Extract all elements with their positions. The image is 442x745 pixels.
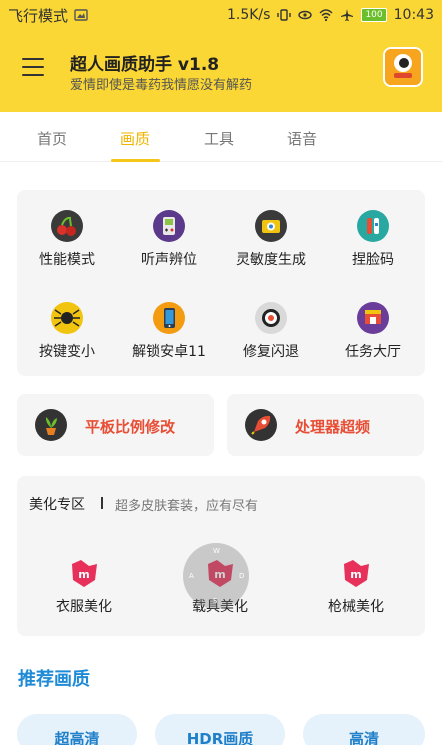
m-badge-icon: m	[339, 556, 373, 590]
menu-icon[interactable]	[22, 58, 44, 76]
recommend-title: 推荐画质	[18, 669, 90, 690]
tab-home[interactable]: 首页	[37, 128, 67, 149]
camera-icon	[255, 210, 287, 242]
skin-label: 枪械美化	[328, 599, 384, 615]
sushi-icon	[255, 302, 287, 334]
tab-quality[interactable]: 画质	[120, 128, 150, 149]
tool-fix-crash[interactable]: 修复闪退	[221, 302, 321, 361]
tab-voice[interactable]: 语音	[287, 128, 317, 149]
tool-label: 按键变小	[39, 344, 95, 360]
tool-task-hall[interactable]: 任务大厅	[323, 302, 423, 361]
tool-label: 听声辨位	[141, 252, 197, 268]
phone-icon	[153, 302, 185, 334]
airplane-mode-label: 飞行模式	[8, 6, 69, 25]
quality-option-ultra-hd[interactable]: 超高清	[17, 714, 137, 745]
tool-sensitivity-generator[interactable]: 灵敏度生成	[221, 210, 321, 269]
joystick-right-key: D	[239, 572, 245, 580]
status-bar: 飞行模式 1.5K/s 100 10:43	[0, 0, 442, 30]
tool-sound-position[interactable]: 听声辨位	[119, 210, 219, 269]
eye-icon	[298, 10, 313, 20]
rocket-icon	[245, 409, 277, 441]
app-logo[interactable]	[383, 47, 423, 87]
tool-label: 捏脸码	[352, 252, 394, 268]
network-speed: 1.5K/s	[226, 7, 271, 23]
tab-bar: 首页 画质 工具 语音	[0, 112, 442, 162]
tools-grid-card: 性能模式 听声辨位 灵敏度生成 捏脸码 按键变小 解锁安卓11 修复闪退 任务大…	[17, 190, 425, 376]
cpu-overclock-label: 处理器超频	[295, 418, 371, 436]
tool-unlock-android11[interactable]: 解锁安卓11	[119, 302, 219, 361]
active-tab-indicator	[111, 159, 160, 162]
skin-label: 衣服美化	[56, 599, 112, 615]
tool-face-code[interactable]: 捏脸码	[323, 210, 423, 269]
gun-skin-item[interactable]: m 枪械美化	[306, 556, 406, 616]
m-badge-icon: m	[67, 556, 101, 590]
tool-label: 解锁安卓11	[132, 344, 206, 360]
beauty-zone-title: 美化专区	[29, 497, 85, 513]
image-notification-icon	[74, 9, 88, 21]
airplane-icon	[341, 9, 354, 21]
quality-option-hd[interactable]: 高清	[303, 714, 425, 745]
spider-icon	[51, 302, 83, 334]
svg-text:m: m	[350, 568, 361, 581]
tablet-ratio-label: 平板比例修改	[85, 418, 176, 436]
joystick-up-key: W	[213, 547, 220, 555]
tab-tools[interactable]: 工具	[204, 128, 234, 149]
cherry-icon	[51, 210, 83, 242]
tablet-ratio-card[interactable]: 平板比例修改	[17, 394, 214, 456]
store-icon	[357, 302, 389, 334]
app-title: 超人画质助手 v1.8	[70, 55, 220, 75]
tool-label: 性能模式	[39, 252, 95, 268]
beauty-zone-subtitle: 超多皮肤套装，应有尽有	[115, 499, 259, 514]
plant-icon	[35, 409, 67, 441]
joystick-down-key: S	[213, 597, 218, 605]
battery-indicator: 100	[361, 8, 387, 22]
tool-key-shrink[interactable]: 按键变小	[17, 302, 117, 361]
svg-text:m: m	[78, 568, 89, 581]
tool-label: 修复闪退	[243, 344, 299, 360]
app-subtitle: 爱情即使是毒药我情愿没有解药	[70, 78, 253, 93]
gameboy-icon	[153, 210, 185, 242]
clothes-skin-item[interactable]: m 衣服美化	[34, 556, 134, 616]
title-divider	[101, 497, 103, 509]
tool-performance-mode[interactable]: 性能模式	[17, 210, 117, 269]
app-header: 超人画质助手 v1.8 爱情即使是毒药我情愿没有解药	[0, 30, 442, 112]
floating-joystick[interactable]: W A D S	[183, 543, 249, 609]
joystick-left-key: A	[189, 572, 194, 580]
wifi-icon	[319, 9, 333, 22]
mascot-icon	[385, 49, 421, 85]
vibrate-icon	[277, 9, 292, 21]
cpu-overclock-card[interactable]: 处理器超频	[227, 394, 424, 456]
tools-icon	[357, 210, 389, 242]
tool-label: 任务大厅	[345, 344, 401, 360]
quality-option-hdr[interactable]: HDR画质	[155, 714, 285, 745]
tool-label: 灵敏度生成	[236, 252, 306, 268]
clock: 10:43	[393, 7, 434, 23]
